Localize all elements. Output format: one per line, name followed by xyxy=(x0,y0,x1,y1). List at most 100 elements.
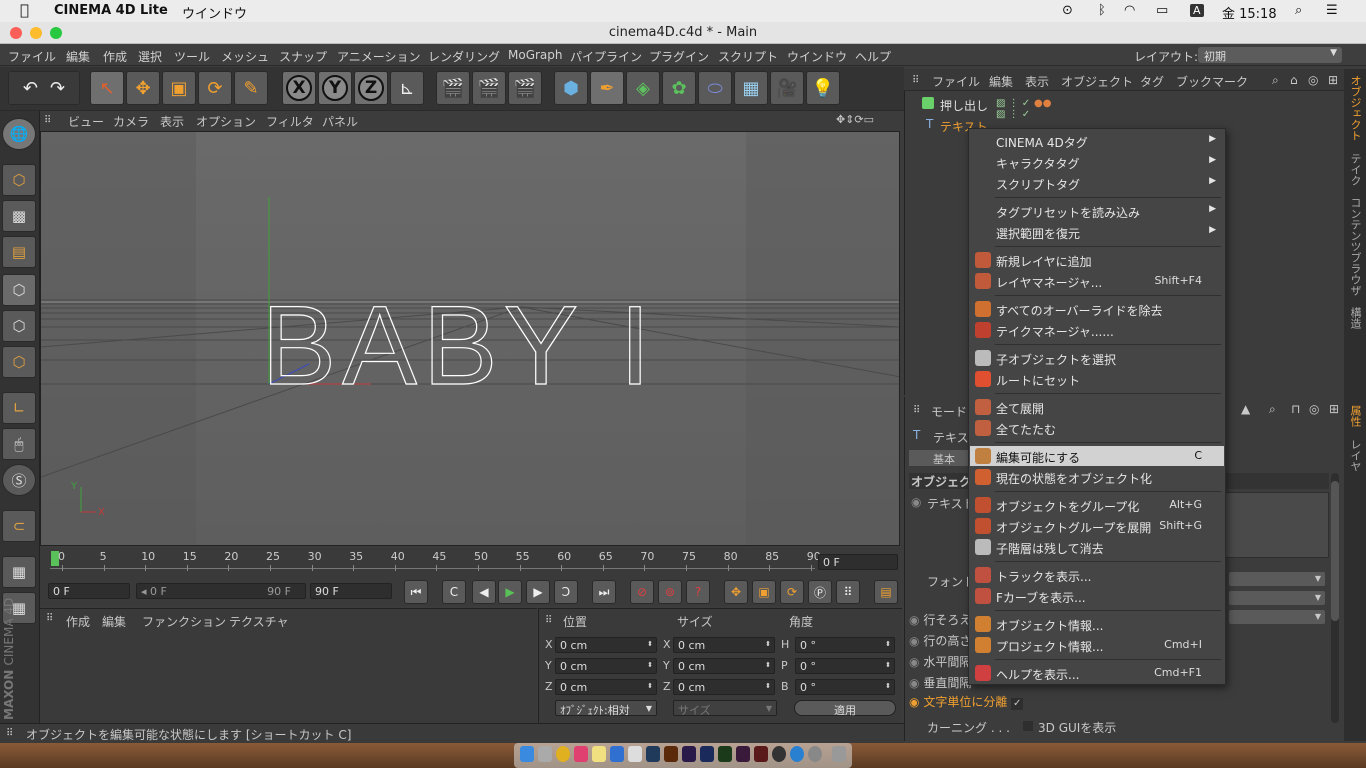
goto-end-button[interactable]: ⏭ xyxy=(592,580,616,604)
z-axis-button[interactable]: Z xyxy=(354,71,388,105)
new-window-icon[interactable]: ⊞ xyxy=(1329,402,1339,416)
viewport-menu-panel[interactable]: パネル xyxy=(322,113,358,130)
notes-icon[interactable] xyxy=(592,746,606,762)
menu-mesh[interactable]: メッシュ xyxy=(221,48,269,65)
menu-script[interactable]: スクリプト xyxy=(718,48,778,65)
finder-icon[interactable] xyxy=(520,746,534,762)
context-menu-item[interactable]: 選択範囲を復元 ▶ xyxy=(970,222,1224,242)
menu-window[interactable]: ウインドウ xyxy=(787,48,847,65)
material-menu-function[interactable]: ファンクション xyxy=(142,613,226,630)
media-encoder-icon[interactable] xyxy=(700,746,714,762)
side-tab-layers[interactable]: レイヤ xyxy=(1347,439,1363,472)
target-icon[interactable]: ◎ xyxy=(1309,402,1319,416)
wifi-icon[interactable]: ◠ xyxy=(1124,3,1135,18)
floor-button[interactable]: ▦ xyxy=(734,71,768,105)
context-menu-item[interactable]: すべてのオーバーライドを除去 xyxy=(970,299,1224,319)
attr-scrollbar[interactable] xyxy=(1331,473,1339,723)
arrow-up-icon[interactable]: ▲ xyxy=(1241,402,1250,416)
end-frame-field[interactable]: 90 F xyxy=(310,583,392,599)
points-mode-button[interactable]: ⬡ xyxy=(2,274,36,306)
current-frame-field[interactable]: 0 F xyxy=(818,554,898,570)
radio-icon[interactable]: ◉ xyxy=(909,655,919,669)
viewport-menu-filter[interactable]: フィルタ xyxy=(266,113,314,130)
drag-handle-icon[interactable]: ⠿ xyxy=(912,75,919,86)
stepper-icon[interactable]: ⬍ xyxy=(765,640,771,648)
material-menu-create[interactable]: 作成 xyxy=(66,613,90,630)
goto-start-button[interactable]: ⏮ xyxy=(404,580,428,604)
material-menu-edit[interactable]: 編集 xyxy=(102,613,126,630)
eye-icon[interactable]: ◎ xyxy=(1308,73,1318,87)
align-select[interactable]: ▼ xyxy=(1229,610,1325,624)
drag-handle-icon[interactable]: ⠿ xyxy=(913,405,920,416)
key-pla-button[interactable]: ⠿ xyxy=(836,580,860,604)
viewport-menu-display[interactable]: 表示 xyxy=(160,113,184,130)
notification-center-icon[interactable]: ☰ xyxy=(1326,3,1338,18)
cube-button[interactable]: ⬢ xyxy=(554,71,588,105)
context-menu-item[interactable]: 全て展開 xyxy=(970,397,1224,417)
light-button[interactable]: 💡 xyxy=(806,71,840,105)
cloner-button[interactable]: ✿ xyxy=(662,71,696,105)
undo-icon[interactable]: ↶ xyxy=(23,78,38,99)
timeline-window-button[interactable]: ▤ xyxy=(874,580,898,604)
spline-pen-button[interactable]: ✒ xyxy=(590,71,624,105)
viewport-menu-view[interactable]: ビュー xyxy=(68,113,104,130)
viewport-nav-icons[interactable]: ✥⇕⟳▭ xyxy=(836,113,874,126)
context-menu-item[interactable]: 現在の状態をオブジェクト化 xyxy=(970,467,1224,487)
bluetooth-icon[interactable]: ᛒ xyxy=(1098,3,1106,18)
per-char-checkbox[interactable]: ✓ xyxy=(1011,698,1024,710)
make-editable-tool[interactable]: 🌐 xyxy=(2,118,36,150)
coord-mode-select[interactable]: ｵﾌﾞｼﾞｪｸﾄ:相対 ▼ xyxy=(555,700,657,717)
snap-button[interactable]: Ⓢ xyxy=(2,464,36,496)
texture-mode-button[interactable]: ▩ xyxy=(2,200,36,232)
timeline-ruler[interactable]: 0 5 10 15 20 25 30 35 40 45 50 55 60 65 70 75 80 85 90 0 F xyxy=(40,548,900,578)
obj-menu-bookmarks[interactable]: ブックマーク xyxy=(1176,73,1248,90)
menu-animation[interactable]: アニメーション xyxy=(337,48,421,65)
stepper-icon[interactable]: ⬍ xyxy=(885,682,891,690)
next-key-button[interactable]: Ↄ xyxy=(554,580,578,604)
photoshop-icon[interactable] xyxy=(646,746,660,762)
menu-mograph[interactable]: MoGraph xyxy=(508,48,563,62)
coord-value-field[interactable]: 0 ° ⬍ xyxy=(795,637,895,653)
record-button[interactable]: ⊘ xyxy=(630,580,654,604)
gui3d-checkbox[interactable] xyxy=(1023,721,1033,731)
menu-plugins[interactable]: プラグイン xyxy=(649,48,709,65)
illustrator-icon[interactable] xyxy=(664,746,678,762)
magnet-button[interactable]: ⊂ xyxy=(2,510,36,542)
context-menu-item[interactable]: 新規レイヤに追加 xyxy=(970,250,1224,270)
subdivision-button[interactable]: ◈ xyxy=(626,71,660,105)
stepper-icon[interactable]: ⬍ xyxy=(765,661,771,669)
radio-icon[interactable]: ◉ xyxy=(911,495,921,509)
side-tab-content-browser[interactable]: コンテンツブラウザ xyxy=(1347,197,1363,296)
frame-range-slider[interactable]: ◂ 0 F 90 F xyxy=(136,583,306,599)
coord-value-field[interactable]: 0 cm ⬍ xyxy=(555,679,657,695)
font-select[interactable]: ▼ xyxy=(1229,572,1325,586)
3d-viewport[interactable]: BABY I Y X xyxy=(40,131,900,546)
coord-value-field[interactable]: 0 cm ⬍ xyxy=(555,637,657,653)
key-rotation-button[interactable]: ⟳ xyxy=(780,580,804,604)
menu-help[interactable]: ヘルプ xyxy=(855,48,891,65)
lock-workplane-button[interactable]: ▦ xyxy=(2,556,36,588)
menu-create[interactable]: 作成 xyxy=(103,48,127,65)
window-menu[interactable]: ウインドウ xyxy=(182,3,247,22)
context-menu-item[interactable]: ルートにセット xyxy=(970,369,1224,389)
text-input-area[interactable] xyxy=(1219,492,1329,558)
apply-button[interactable]: 適用 xyxy=(794,700,896,717)
kerning-label[interactable]: カーニング . . . xyxy=(927,719,1010,736)
model-mode-button[interactable]: ⬡ xyxy=(2,164,36,196)
key-scale-button[interactable]: ▣ xyxy=(752,580,776,604)
live-select-button[interactable]: ✎ xyxy=(234,71,268,105)
context-menu-item[interactable]: テイクマネージャ...... xyxy=(970,320,1224,340)
next-frame-button[interactable]: ▶ xyxy=(526,580,550,604)
obj-menu-tags[interactable]: タグ xyxy=(1140,73,1164,90)
lock-icon[interactable]: ⊓ xyxy=(1291,402,1300,416)
chrome-icon[interactable] xyxy=(556,746,570,762)
context-menu-item[interactable]: オブジェクトグループを展開 Shift+G xyxy=(970,516,1224,536)
radio-icon[interactable]: ◉ xyxy=(909,634,919,648)
spotlight-icon[interactable]: ⌕ xyxy=(1295,3,1302,18)
clock[interactable]: 金 15:18 xyxy=(1222,3,1277,22)
obj-menu-objects[interactable]: オブジェクト xyxy=(1061,73,1133,90)
menu-snap[interactable]: スナップ xyxy=(279,48,327,65)
music-icon[interactable] xyxy=(574,746,588,762)
context-menu-item[interactable]: 子オブジェクトを選択 xyxy=(970,348,1224,368)
coord-value-field[interactable]: 0 ° ⬍ xyxy=(795,679,895,695)
